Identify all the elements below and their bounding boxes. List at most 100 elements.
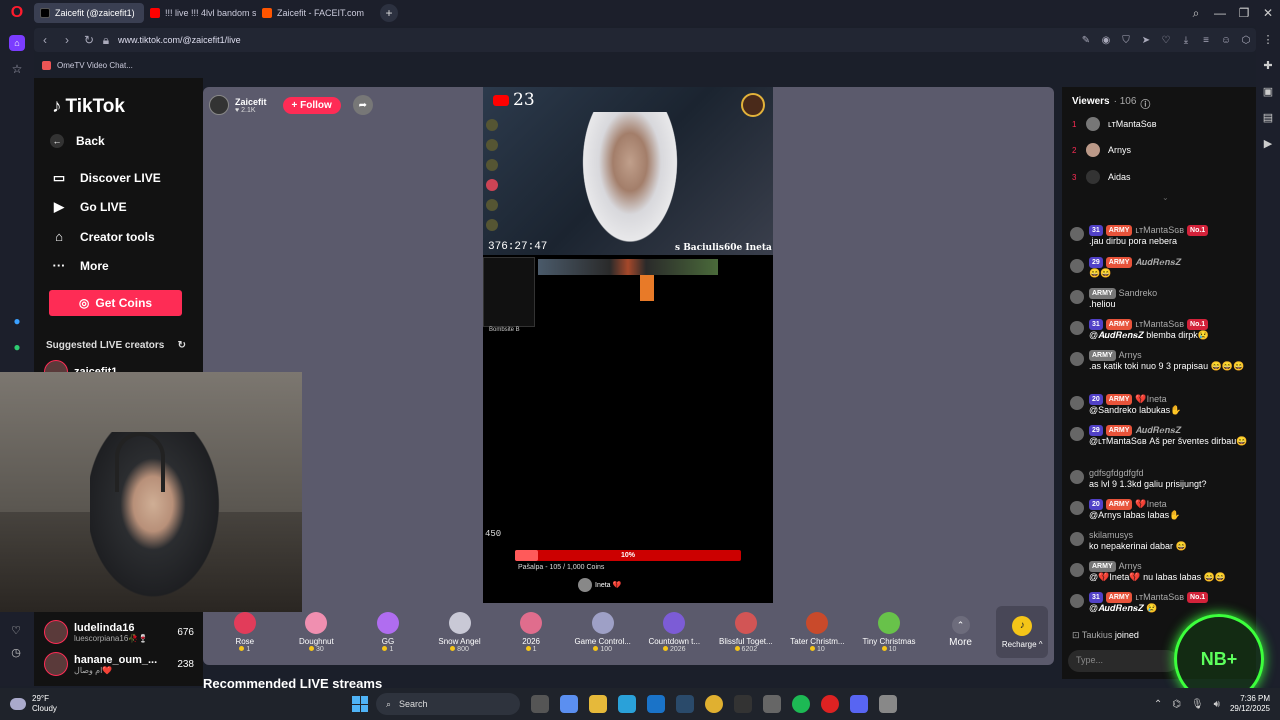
heart-icon[interactable]: ♡ [6, 620, 26, 642]
discord-icon[interactable] [763, 695, 781, 713]
sidebar-item-discover-live[interactable]: ▭ Discover LIVE [50, 170, 161, 186]
edge-icon[interactable] [618, 695, 636, 713]
spotify-icon[interactable] [792, 695, 810, 713]
chat-message[interactable]: 20 ARMY 💔Ineta @Arnys labas labas✋ [1070, 499, 1250, 521]
network-icon[interactable]: ⌬ [1172, 699, 1181, 710]
home-icon[interactable]: ⌂ [0, 30, 34, 56]
minimize-button[interactable]: — [1208, 6, 1232, 20]
gift-item[interactable]: 2026 1 [495, 611, 567, 653]
outlook-icon[interactable] [647, 695, 665, 713]
new-tab-button[interactable]: + [380, 4, 398, 22]
top-viewer-row[interactable]: 3 Aidas [1072, 170, 1131, 184]
chat-message[interactable]: 29 ARMY 𝑨𝒖𝒅𝑹𝒆𝒏𝒔𝒁 @ʟᴛMantaSɢв Aš per šventes… [1070, 425, 1250, 447]
gift-item[interactable]: Doughnut 30 [281, 611, 353, 653]
gift-item[interactable]: Blissful Toget... 6202 [710, 611, 782, 653]
profile-icon[interactable]: ☺ [1216, 35, 1236, 46]
tiktok-logo[interactable]: ♪ TikTok [52, 96, 125, 118]
opera-icon[interactable] [821, 695, 839, 713]
maximize-button[interactable]: ❐ [1232, 6, 1256, 20]
sidebar-item-back[interactable]: ← Back [50, 134, 105, 148]
app-icon[interactable] [879, 695, 897, 713]
copilot-icon[interactable] [560, 695, 578, 713]
back-icon[interactable]: ‹ [34, 33, 56, 47]
browser-tab-1[interactable]: Zaicefit (@zaicefit1) [34, 3, 144, 23]
menu-icon[interactable]: ≡ [1196, 35, 1216, 46]
get-coins-button[interactable]: ◎ Get Coins [49, 290, 182, 316]
forward-icon[interactable]: › [56, 33, 78, 47]
chat-message[interactable]: 31 ARMY ʟᴛMantaSɢв No.1 @𝑨𝒖𝒅𝑹𝒆𝒏𝒔𝒁 😢 [1070, 592, 1250, 614]
chrome-icon[interactable] [705, 695, 723, 713]
chat-message[interactable]: skilamusys ko nepakerinai dabar 😄 [1070, 530, 1250, 552]
gift-item[interactable]: Snow Angel 800 [424, 611, 496, 653]
gift-item[interactable]: GG 1 [352, 611, 424, 653]
discord-app-icon[interactable] [850, 695, 868, 713]
box-icon[interactable]: ▣ [1256, 78, 1280, 104]
volume-icon[interactable]: 🔊︎ [1214, 699, 1220, 710]
puzzle-icon[interactable]: ✚ [1256, 52, 1280, 78]
gift-item[interactable]: Rose 1 [209, 611, 281, 653]
chat-message[interactable]: 29 ARMY 𝑨𝒖𝒅𝑹𝒆𝒏𝒔𝒁 😄😄 [1070, 257, 1250, 279]
browser-tab-3[interactable]: Zaicefit - FACEIT.com [256, 3, 374, 23]
clock[interactable]: 7:36 PM 29/12/2025 [1230, 694, 1270, 714]
creator-item[interactable]: ludelinda16 luescorpiana16🥀🍷 676 [44, 620, 194, 644]
sidebar-item-more[interactable]: ··· More [50, 258, 109, 273]
top-viewer-row[interactable]: 2 Arnys [1072, 143, 1131, 157]
gift-item[interactable]: Countdown t... 2026 [638, 611, 710, 653]
chat-message[interactable]: ARMY Sandreko .heliou [1070, 288, 1250, 310]
bookmark-ometv[interactable]: OmeTV Video Chat... [57, 61, 133, 70]
heart-icon[interactable]: ♡ [1156, 35, 1176, 46]
opera-logo-icon[interactable]: O [0, 0, 34, 26]
follow-button[interactable]: + Follow [282, 96, 341, 114]
chat-message[interactable]: 31 ARMY ʟᴛMantaSɢв No.1 @𝑨𝒖𝒅𝑹𝒆𝒏𝒔𝒁 blemba dir… [1070, 319, 1250, 341]
shield-icon[interactable]: ⛉ [1116, 35, 1136, 46]
avatar[interactable] [209, 95, 229, 115]
send-icon[interactable]: ➤ [1136, 35, 1156, 46]
gift-item[interactable]: Tiny Christmas 10 [853, 611, 925, 653]
refresh-icon[interactable]: ↻ [178, 340, 186, 351]
whatsapp-icon[interactable]: ● [0, 334, 34, 360]
sidebar-item-creator-tools[interactable]: ⌂ Creator tools [50, 229, 155, 244]
chat-message[interactable]: 31 ARMY ʟᴛMantaSɢв No.1 .jau dirbu pora nebe… [1070, 225, 1250, 247]
star-icon[interactable]: ☆ [0, 56, 34, 82]
file-explorer-icon[interactable] [589, 695, 607, 713]
play-icon[interactable]: ▶ [1256, 130, 1280, 156]
search-tabs-icon[interactable]: ⌕ [1184, 6, 1208, 21]
sidebar-item-go-live[interactable]: ▶ Go LIVE [50, 199, 127, 215]
top-viewer-row[interactable]: 1 ʟᴛMantaSɢв [1072, 117, 1157, 131]
obs-icon[interactable] [734, 695, 752, 713]
edit-icon[interactable]: ✎ [1076, 35, 1096, 46]
extensions-icon[interactable]: ⬡ [1236, 35, 1256, 46]
extension-icon[interactable]: ⋮ [1256, 26, 1280, 52]
info-icon[interactable]: ⓘ [1140, 96, 1150, 111]
share-icon[interactable]: ➦ [352, 95, 373, 115]
stream-video[interactable]: 23 376:27:47 s Baciulis60e Ineta I Bombs… [483, 87, 773, 603]
gift-item[interactable]: Game Control... 100 [567, 611, 639, 653]
chat-message[interactable]: 20 ARMY 💔Ineta @Sandreko labukas✋ [1070, 394, 1250, 416]
chat-message[interactable]: ARMY Arnys @💔Ineta💔 nu labas labas 😄😄 [1070, 561, 1250, 583]
browser-tab-2[interactable]: !!! live !!! 4lvl bandom solo [144, 3, 256, 23]
more-gifts-button[interactable]: ⌃ More [925, 616, 997, 648]
messenger-icon[interactable]: ● [0, 308, 34, 334]
chat-message[interactable]: gdfsgfdgdfgfd as lvl 9 1.3kd galiu prisij… [1070, 468, 1250, 490]
close-window-button[interactable]: ✕ [1256, 6, 1280, 20]
recharge-button[interactable]: ♪ Recharge ^ [996, 606, 1049, 658]
download-icon[interactable]: ⤓ [1176, 35, 1196, 46]
camera-icon[interactable]: ◉ [1096, 35, 1116, 46]
chevron-down-icon[interactable]: ⌄ [1162, 193, 1169, 202]
chat-input[interactable]: Type... [1068, 650, 1178, 672]
taskbar-search[interactable]: ⌕ Search [376, 693, 520, 715]
steam-icon[interactable] [676, 695, 694, 713]
clock-icon[interactable]: ◷ [6, 642, 26, 664]
microphone-icon[interactable]: 🎙︎ [1191, 699, 1204, 710]
windows-start-icon[interactable] [352, 696, 368, 712]
host-name[interactable]: Zaicefit [235, 97, 267, 107]
creator-item[interactable]: hanane_oum_... ام وصال❤️ 238 [44, 652, 194, 676]
chevron-up-icon[interactable]: ⌃ [1154, 699, 1162, 710]
chat-message[interactable]: ARMY Arnys .as katik toki nuo 9 3 prapisau… [1070, 350, 1250, 372]
gift-item[interactable]: Tater Christm... 10 [782, 611, 854, 653]
task-view-icon[interactable] [531, 695, 549, 713]
reload-icon[interactable]: ↻ [78, 33, 100, 47]
url-field[interactable]: www.tiktok.com/@zaicefit1/live [118, 35, 241, 45]
cart-icon[interactable]: ▤ [1256, 104, 1280, 130]
weather-widget[interactable]: 29°F Cloudy [0, 694, 140, 714]
